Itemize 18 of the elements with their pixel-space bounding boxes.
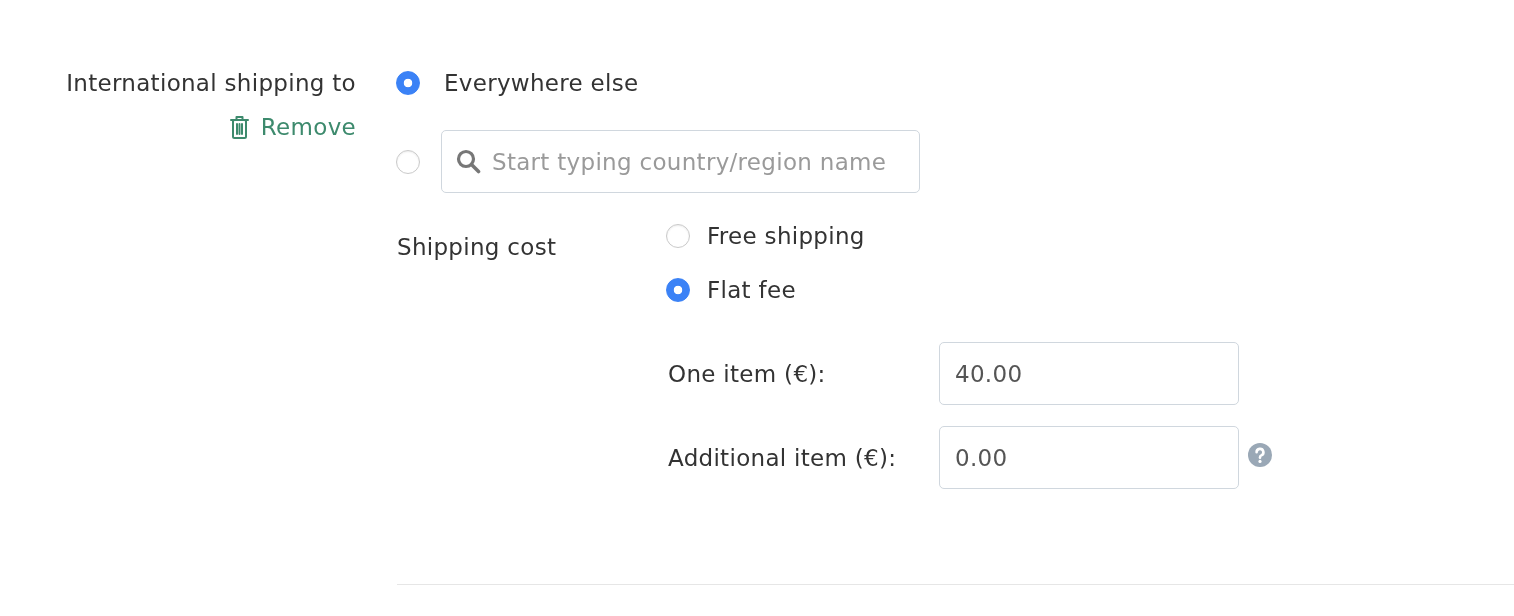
help-icon[interactable] — [1248, 442, 1272, 467]
section-label: International shipping to — [66, 69, 356, 98]
field-label: One item (€): — [668, 360, 826, 387]
price-input[interactable]: 40.00 — [939, 342, 1239, 405]
remove-link[interactable]: Remove — [229, 107, 356, 147]
radio-button[interactable] — [666, 224, 690, 248]
option-label[interactable]: Flat fee — [707, 270, 796, 310]
search-field[interactable]: Start typing country/region name — [441, 130, 920, 193]
trash-icon — [229, 115, 249, 139]
radio-button[interactable] — [396, 71, 420, 95]
radio-button[interactable] — [396, 149, 420, 174]
price-input[interactable]: 0.00 — [939, 426, 1239, 489]
search-icon — [456, 149, 481, 174]
radio-button[interactable] — [666, 278, 690, 302]
option-label[interactable]: Free shipping — [707, 216, 865, 256]
field-label: Additional item (€): — [668, 444, 897, 471]
section-label: Shipping cost — [396, 233, 557, 262]
option-label[interactable]: Everywhere else — [444, 63, 639, 103]
